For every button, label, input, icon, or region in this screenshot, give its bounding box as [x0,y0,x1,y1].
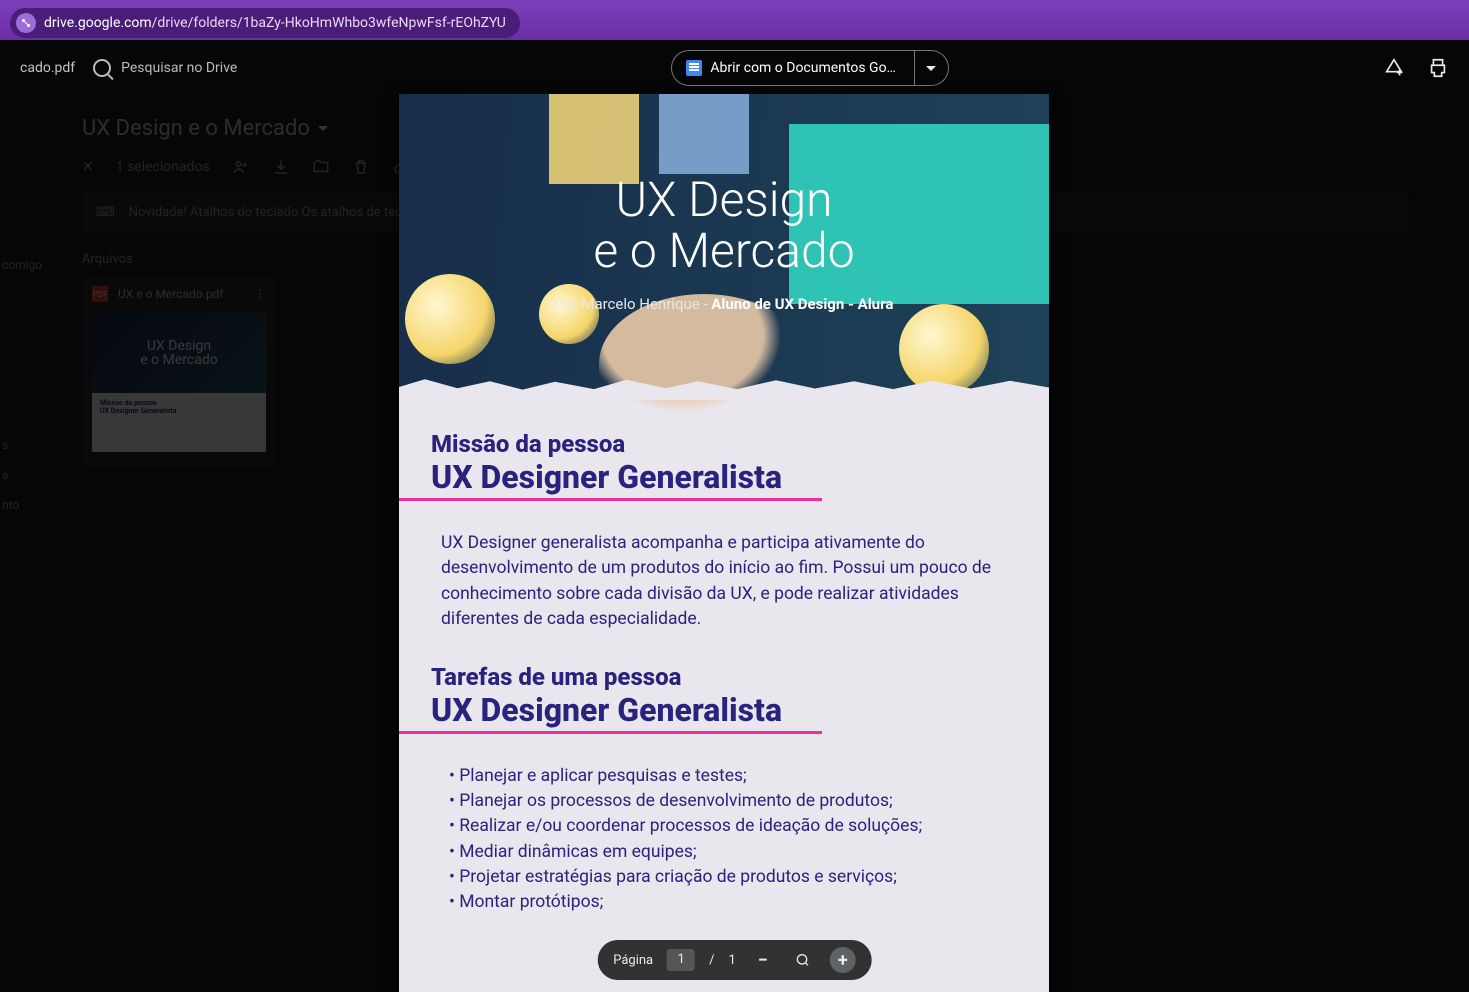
search-placeholder: Pesquisar no Drive [121,60,237,76]
open-with-dropdown[interactable] [915,50,949,86]
browser-chrome: drive.google.com/drive/folders/1baZy-Hko… [0,0,1469,40]
zoom-in-button[interactable]: + [830,947,856,973]
page-current-input[interactable]: 1 [667,949,695,971]
list-item: Projetar estratégias para criação de pro… [449,865,1017,890]
open-with-button[interactable]: Abrir com o Documentos Go… [671,50,915,86]
google-docs-icon [686,60,702,76]
pdf-page[interactable]: UX Designe o Mercado Por Marcelo Henriqu… [399,94,1049,992]
list-item: Realizar e/ou coordenar processos de ide… [449,814,1017,839]
doc-content: Missão da pessoa UX Designer Generalista… [399,400,1049,916]
page-label: Página [613,953,653,968]
viewer-search[interactable]: Pesquisar no Drive [93,59,237,77]
url-text: drive.google.com/drive/folders/1baZy-Hko… [44,15,506,31]
doc-task-list: Planejar e aplicar pesquisas e testes; P… [449,764,1017,916]
zoom-out-button[interactable]: − [750,947,776,973]
doc-h2-sup: Tarefas de uma pessoa [431,663,1017,691]
doc-hero: UX Designe o Mercado Por Marcelo Henriqu… [399,94,1049,394]
chevron-down-icon [926,66,936,71]
doc-h1-sup: Missão da pessoa [431,430,1017,458]
open-with-label: Abrir com o Documentos Go… [710,60,896,76]
list-item: Planejar e aplicar pesquisas e testes; [449,764,1017,789]
list-item: Planejar os processos de desenvolvimento… [449,789,1017,814]
site-icon [16,13,36,33]
list-item: Mediar dinâmicas em equipes; [449,840,1017,865]
doc-h1-main: UX Designer Generalista [399,458,822,501]
add-to-drive-icon[interactable] [1383,57,1405,79]
doc-h2-main: UX Designer Generalista [399,691,822,734]
url-bar[interactable]: drive.google.com/drive/folders/1baZy-Hko… [10,8,520,38]
page-controls: Página 1 / 1 − + [597,940,872,980]
zoom-reset-button[interactable] [790,947,816,973]
list-item: Montar protótipos; [449,890,1017,915]
viewer-toolbar: cado.pdf Pesquisar no Drive Abrir com o … [0,40,1469,96]
doc-byline: Por Marcelo Henrique - Aluno de UX Desig… [555,295,894,313]
page-total: 1 [728,953,735,968]
print-icon[interactable] [1427,57,1449,79]
page-sep: / [709,953,714,968]
viewer-filename: cado.pdf [20,60,75,76]
search-icon [93,59,111,77]
doc-paragraph: UX Designer generalista acompanha e part… [441,531,1001,633]
doc-title: UX Designe o Mercado [593,175,854,278]
